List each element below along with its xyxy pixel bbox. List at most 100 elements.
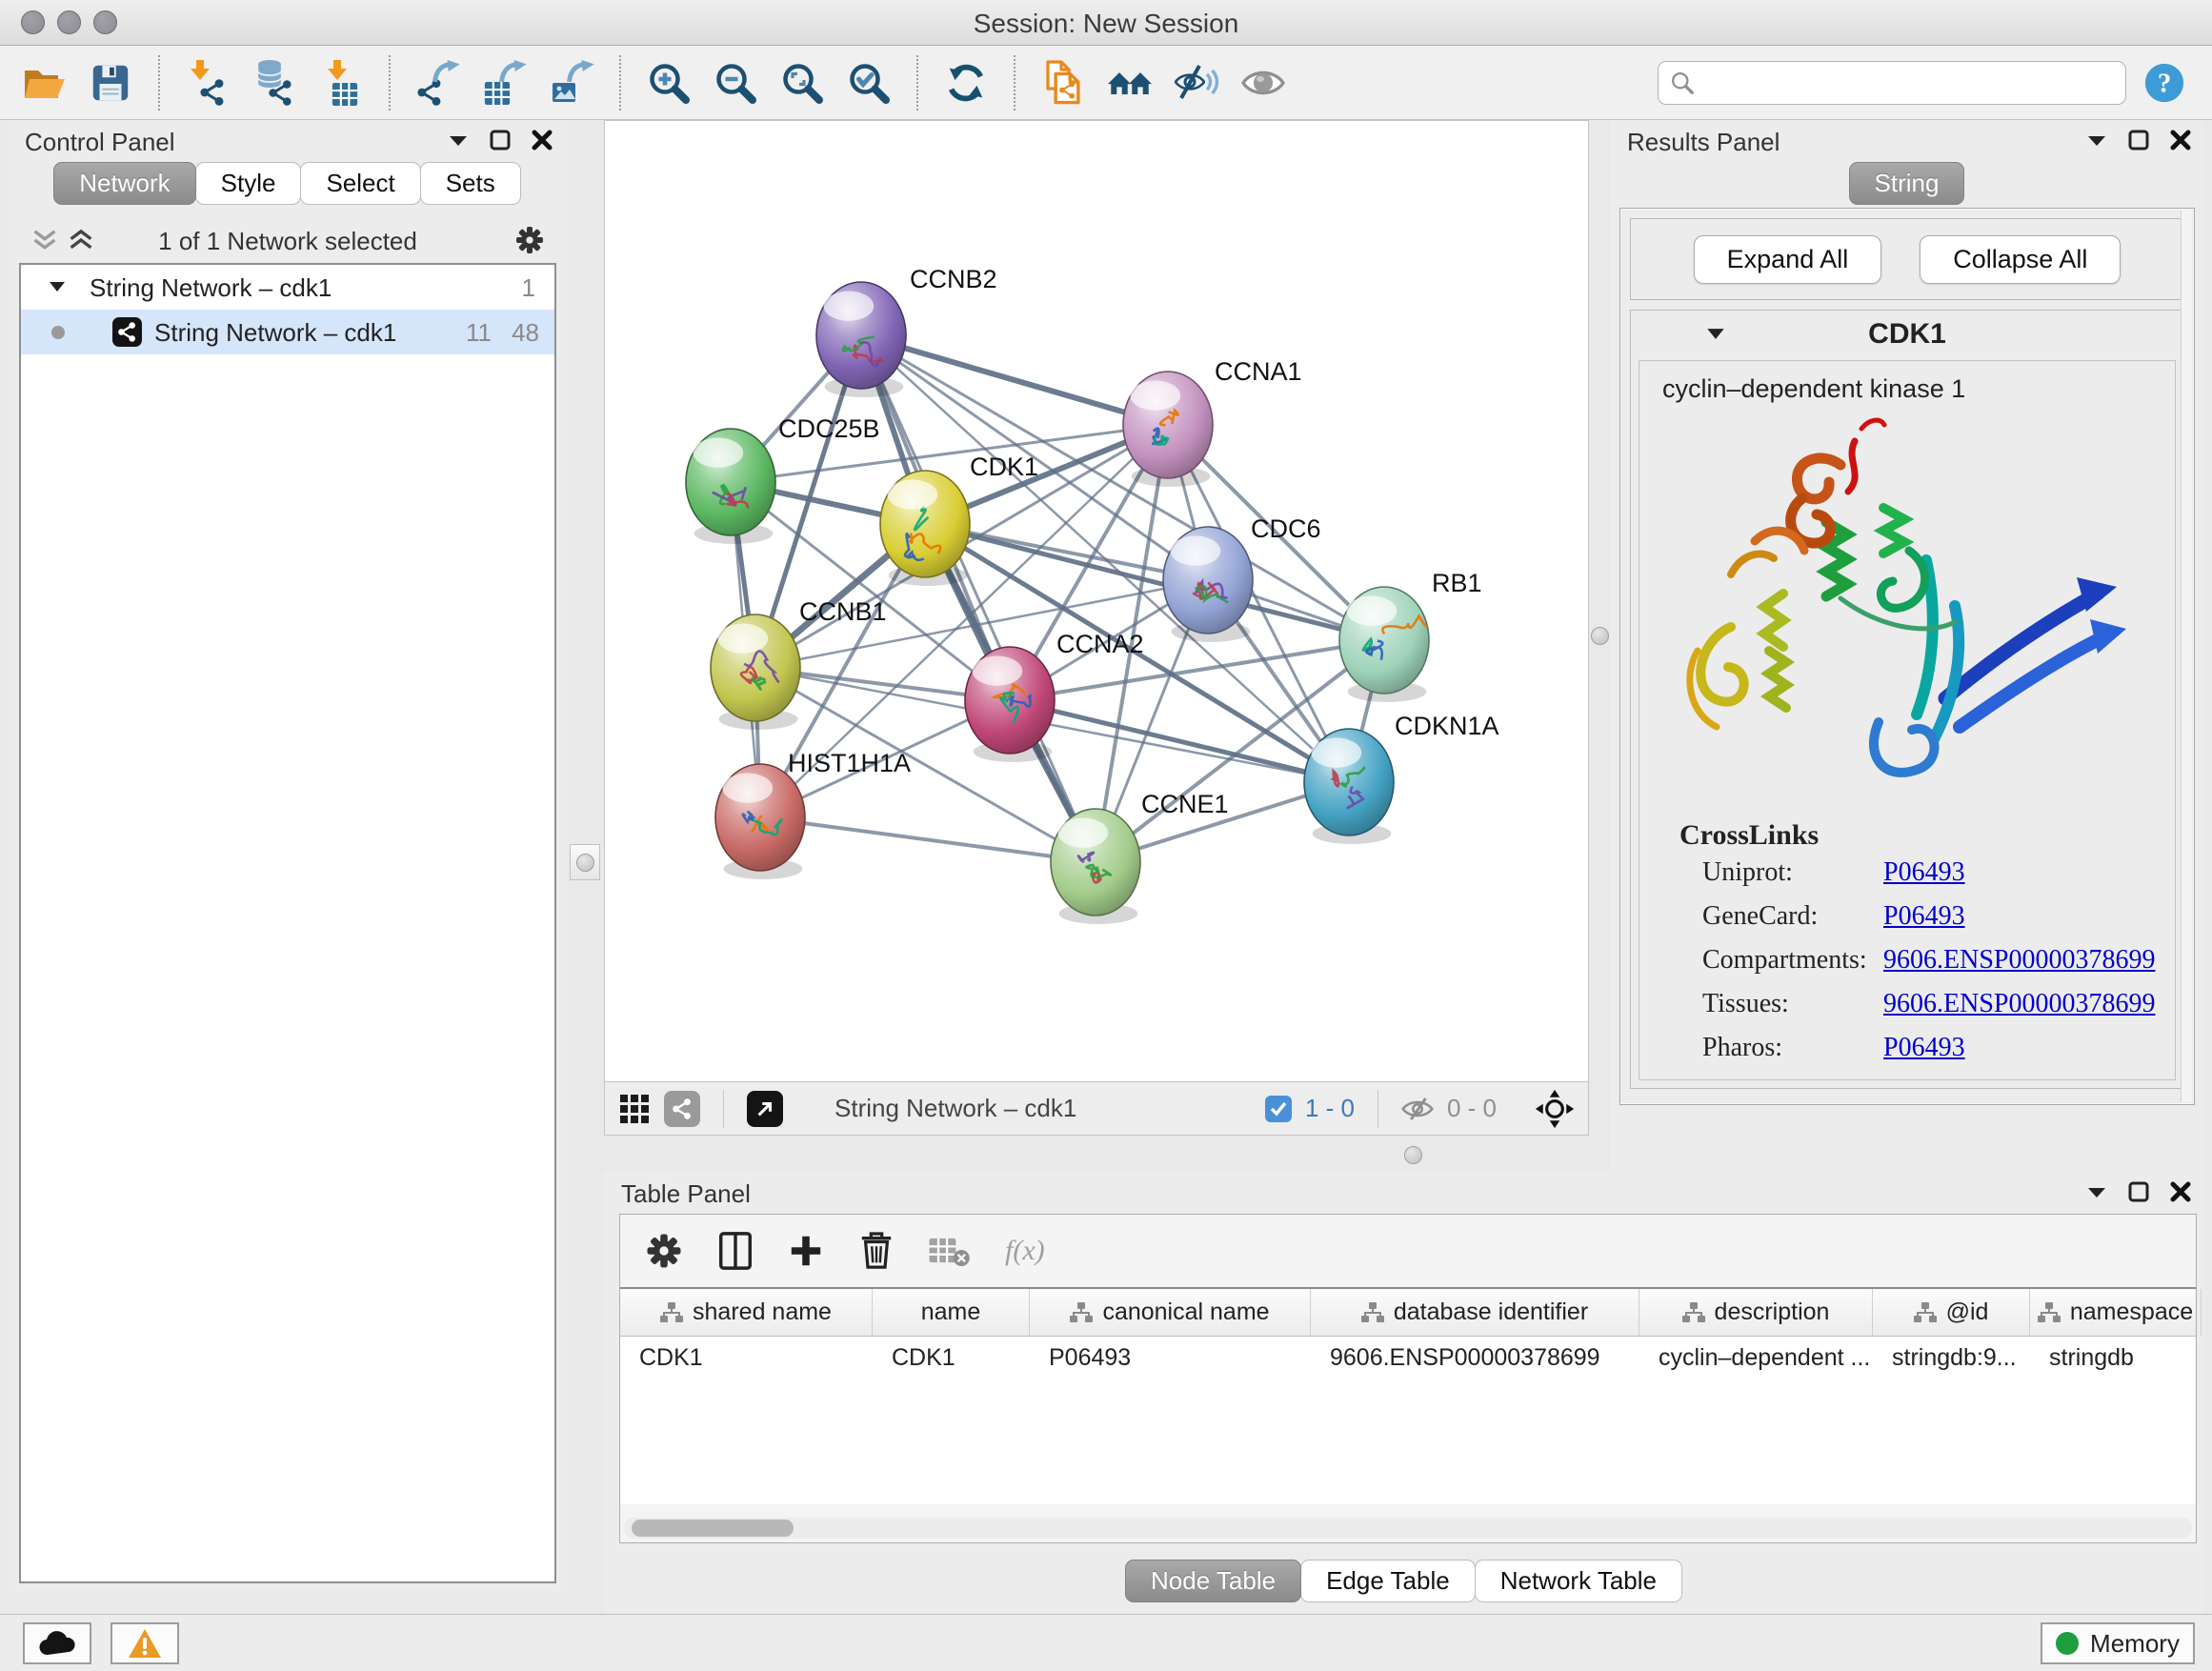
graph-node-CDC6[interactable]: CDC6 — [1163, 514, 1321, 642]
table-toolbar: f(x) — [620, 1215, 2196, 1287]
cell-database-identifier[interactable]: 9606.ENSP00000378699 — [1311, 1337, 1639, 1380]
tab-node-table[interactable]: Node Table — [1125, 1560, 1301, 1602]
zoom-out-button[interactable] — [709, 55, 762, 111]
apply-layout-button[interactable] — [939, 55, 993, 111]
close-panel-icon[interactable] — [2170, 1181, 2191, 1202]
help-button[interactable]: ? — [2140, 55, 2189, 111]
crosslink-link[interactable]: P06493 — [1883, 1033, 2175, 1077]
column-header-namespace[interactable]: namespace — [2030, 1289, 2202, 1336]
cell-name[interactable]: CDK1 — [873, 1337, 1030, 1380]
add-column-icon[interactable] — [788, 1233, 824, 1269]
network-collection-row[interactable]: String Network – cdk1 1 — [21, 265, 554, 310]
zoom-in-button[interactable] — [642, 55, 695, 111]
network-name: String Network – cdk1 — [154, 318, 396, 348]
table-row[interactable]: CDK1CDK1P064939606.ENSP00000378699cyclin… — [620, 1337, 2196, 1380]
cloud-status-button[interactable] — [23, 1622, 91, 1664]
network-view-icon[interactable] — [664, 1091, 700, 1127]
delete-table-icon[interactable] — [929, 1235, 971, 1267]
zoom-fit-button[interactable] — [775, 55, 829, 111]
tab-select[interactable]: Select — [300, 162, 420, 205]
graph-node-CDK1[interactable]: CDK1 — [880, 453, 1038, 586]
new-network-from-selection-button[interactable] — [1036, 55, 1090, 111]
graph-node-HIST1H1A[interactable]: HIST1H1A — [715, 749, 911, 879]
right-splitter-handle[interactable] — [1590, 617, 1609, 654]
crosslink-label: Tissues: — [1702, 989, 1883, 1033]
grid-view-icon[interactable] — [618, 1093, 651, 1125]
zoom-selected-button[interactable] — [842, 55, 895, 111]
export-network-button[interactable] — [412, 55, 465, 111]
column-header-database-identifier[interactable]: database identifier — [1311, 1289, 1639, 1336]
panel-menu-icon[interactable] — [2086, 1185, 2107, 1198]
string-results-box: Expand All Collapse All CDK1 cyclin–depe… — [1619, 208, 2195, 1105]
first-neighbors-button[interactable] — [1103, 55, 1156, 111]
float-panel-icon[interactable] — [2128, 1181, 2149, 1202]
function-builder-icon[interactable]: f(x) — [1005, 1235, 1045, 1267]
graph-node-CCNE1[interactable]: CCNE1 — [1051, 790, 1229, 924]
float-panel-icon[interactable] — [2128, 130, 2149, 151]
table-options-gear-icon[interactable] — [645, 1232, 683, 1270]
graph-node-CCNB1[interactable]: CCNB1 — [711, 597, 887, 730]
help-icon: ? — [2142, 61, 2186, 105]
cell--id[interactable]: stringdb:9... — [1873, 1337, 2030, 1380]
cell-shared-name[interactable]: CDK1 — [620, 1337, 873, 1380]
tab-network-table[interactable]: Network Table — [1475, 1560, 1682, 1602]
network-options-gear-icon[interactable] — [514, 225, 545, 255]
import-network-database-button[interactable] — [248, 55, 301, 111]
graph-node-RB1[interactable]: RB1 — [1339, 569, 1482, 702]
birdseye-toggle-icon[interactable] — [1535, 1089, 1575, 1129]
scrollbar-thumb[interactable] — [632, 1520, 794, 1537]
save-session-button[interactable] — [84, 55, 137, 111]
network-canvas[interactable]: CCNB2CCNA1CDC25BCDK1CDC6RB1CCNB1CCNA2CDK… — [604, 120, 1589, 1082]
tab-edge-table[interactable]: Edge Table — [1300, 1560, 1476, 1602]
memory-button[interactable]: Memory — [2041, 1622, 2195, 1664]
left-splitter-handle[interactable] — [570, 844, 600, 880]
panel-menu-icon[interactable] — [448, 133, 469, 147]
column-header-canonical-name[interactable]: canonical name — [1030, 1289, 1311, 1336]
cell-description[interactable]: cyclin–dependent ... — [1639, 1337, 1873, 1380]
search-input[interactable] — [1702, 70, 2114, 96]
selected-checkbox-icon[interactable] — [1265, 1096, 1292, 1122]
network-row[interactable]: String Network – cdk1 11 48 — [21, 310, 554, 354]
graph-node-CDKN1A[interactable]: CDKN1A — [1304, 712, 1499, 844]
close-panel-icon[interactable] — [532, 130, 553, 151]
node-label-CCNA2: CCNA2 — [1056, 630, 1144, 658]
export-table-button[interactable] — [478, 55, 532, 111]
import-table-icon — [318, 60, 364, 106]
column-header-shared-name[interactable]: shared name — [620, 1289, 873, 1336]
open-session-button[interactable] — [17, 55, 70, 111]
column-header--id[interactable]: @id — [1873, 1289, 2030, 1336]
tab-style[interactable]: Style — [195, 162, 302, 205]
expand-all-button[interactable]: Expand All — [1694, 235, 1882, 284]
cell-canonical-name[interactable]: P06493 — [1030, 1337, 1311, 1380]
tab-sets[interactable]: Sets — [420, 162, 521, 205]
crosslink-link[interactable]: 9606.ENSP00000378699 — [1883, 945, 2175, 989]
show-columns-icon[interactable] — [717, 1231, 754, 1271]
column-header-name[interactable]: name — [873, 1289, 1030, 1336]
warnings-button[interactable] — [111, 1622, 179, 1664]
show-all-button[interactable] — [1237, 55, 1290, 111]
panel-menu-icon[interactable] — [2086, 133, 2107, 147]
crosslink-link[interactable]: 9606.ENSP00000378699 — [1883, 989, 2175, 1033]
import-network-file-button[interactable] — [181, 55, 234, 111]
export-image-button[interactable] — [545, 55, 598, 111]
cell-namespace[interactable]: stringdb — [2030, 1337, 2202, 1380]
close-panel-icon[interactable] — [2170, 130, 2191, 151]
column-header-description[interactable]: description — [1639, 1289, 1873, 1336]
import-table-button[interactable] — [314, 55, 368, 111]
delete-column-icon[interactable] — [858, 1231, 895, 1271]
crosslink-link[interactable]: P06493 — [1883, 901, 2175, 945]
bottom-splitter-handle[interactable] — [1395, 1143, 1431, 1166]
float-panel-icon[interactable] — [490, 130, 511, 151]
tab-string[interactable]: String — [1849, 162, 1965, 205]
crosslink-link[interactable]: P06493 — [1883, 857, 2175, 901]
results-scrollbar[interactable] — [2181, 211, 2192, 1102]
collapse-all-button[interactable]: Collapse All — [1920, 235, 2121, 284]
table-horizontal-scrollbar[interactable] — [624, 1518, 2192, 1539]
detach-view-icon[interactable] — [747, 1091, 783, 1127]
tab-network[interactable]: Network — [53, 162, 195, 205]
expander-icon[interactable] — [50, 281, 65, 292]
crosslink-row: Tissues:9606.ENSP00000378699 — [1702, 989, 2175, 1033]
protein-description: cyclin–dependent kinase 1 — [1639, 361, 2175, 408]
hide-selected-button[interactable] — [1170, 55, 1223, 111]
table-panel-title: Table Panel — [621, 1179, 751, 1209]
